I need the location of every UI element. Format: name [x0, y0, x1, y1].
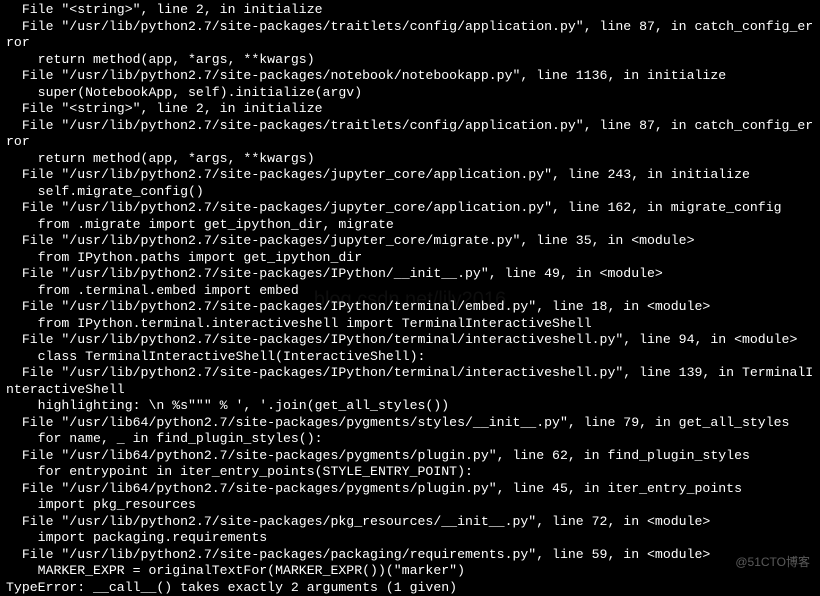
- traceback-line: File "/usr/lib/python2.7/site-packages/I…: [6, 332, 814, 349]
- site-watermark: @51CTO博客: [735, 555, 810, 570]
- traceback-line: return method(app, *args, **kwargs): [6, 151, 814, 168]
- traceback-line: from .terminal.embed import embed: [6, 283, 814, 300]
- traceback-line: File "/usr/lib/python2.7/site-packages/n…: [6, 68, 814, 85]
- traceback-line: File "/usr/lib/python2.7/site-packages/I…: [6, 299, 814, 316]
- traceback-line: for entrypoint in iter_entry_points(STYL…: [6, 464, 814, 481]
- traceback-line: return method(app, *args, **kwargs): [6, 52, 814, 69]
- traceback-line: File "/usr/lib/python2.7/site-packages/j…: [6, 200, 814, 217]
- traceback-line: File "/usr/lib/python2.7/site-packages/j…: [6, 167, 814, 184]
- traceback-line: File "/usr/lib64/python2.7/site-packages…: [6, 481, 814, 498]
- traceback-line: class TerminalInteractiveShell(Interacti…: [6, 349, 814, 366]
- terminal-output: File "<string>", line 2, in initialize F…: [6, 2, 814, 596]
- traceback-line: highlighting: \n %s""" % ', '.join(get_a…: [6, 398, 814, 415]
- traceback-line: File "/usr/lib/python2.7/site-packages/t…: [6, 118, 814, 151]
- traceback-line: File "<string>", line 2, in initialize: [6, 101, 814, 118]
- traceback-line: File "/usr/lib64/python2.7/site-packages…: [6, 448, 814, 465]
- traceback-line: File "/usr/lib/python2.7/site-packages/I…: [6, 365, 814, 398]
- traceback-line: from IPython.terminal.interactiveshell i…: [6, 316, 814, 333]
- traceback-line: File "/usr/lib64/python2.7/site-packages…: [6, 415, 814, 432]
- traceback-line: import pkg_resources: [6, 497, 814, 514]
- traceback-line: self.migrate_config(): [6, 184, 814, 201]
- traceback-line: File "/usr/lib/python2.7/site-packages/p…: [6, 547, 814, 564]
- traceback-line: MARKER_EXPR = originalTextFor(MARKER_EXP…: [6, 563, 814, 580]
- traceback-line: File "<string>", line 2, in initialize: [6, 2, 814, 19]
- traceback-line: File "/usr/lib/python2.7/site-packages/I…: [6, 266, 814, 283]
- traceback-line: File "/usr/lib/python2.7/site-packages/j…: [6, 233, 814, 250]
- traceback-line: from .migrate import get_ipython_dir, mi…: [6, 217, 814, 234]
- traceback-line: File "/usr/lib/python2.7/site-packages/t…: [6, 19, 814, 52]
- traceback-line: import packaging.requirements: [6, 530, 814, 547]
- traceback-line: from IPython.paths import get_ipython_di…: [6, 250, 814, 267]
- traceback-line: for name, _ in find_plugin_styles():: [6, 431, 814, 448]
- traceback-line: File "/usr/lib/python2.7/site-packages/p…: [6, 514, 814, 531]
- traceback-line: super(NotebookApp, self).initialize(argv…: [6, 85, 814, 102]
- traceback-line: TypeError: __call__() takes exactly 2 ar…: [6, 580, 814, 596]
